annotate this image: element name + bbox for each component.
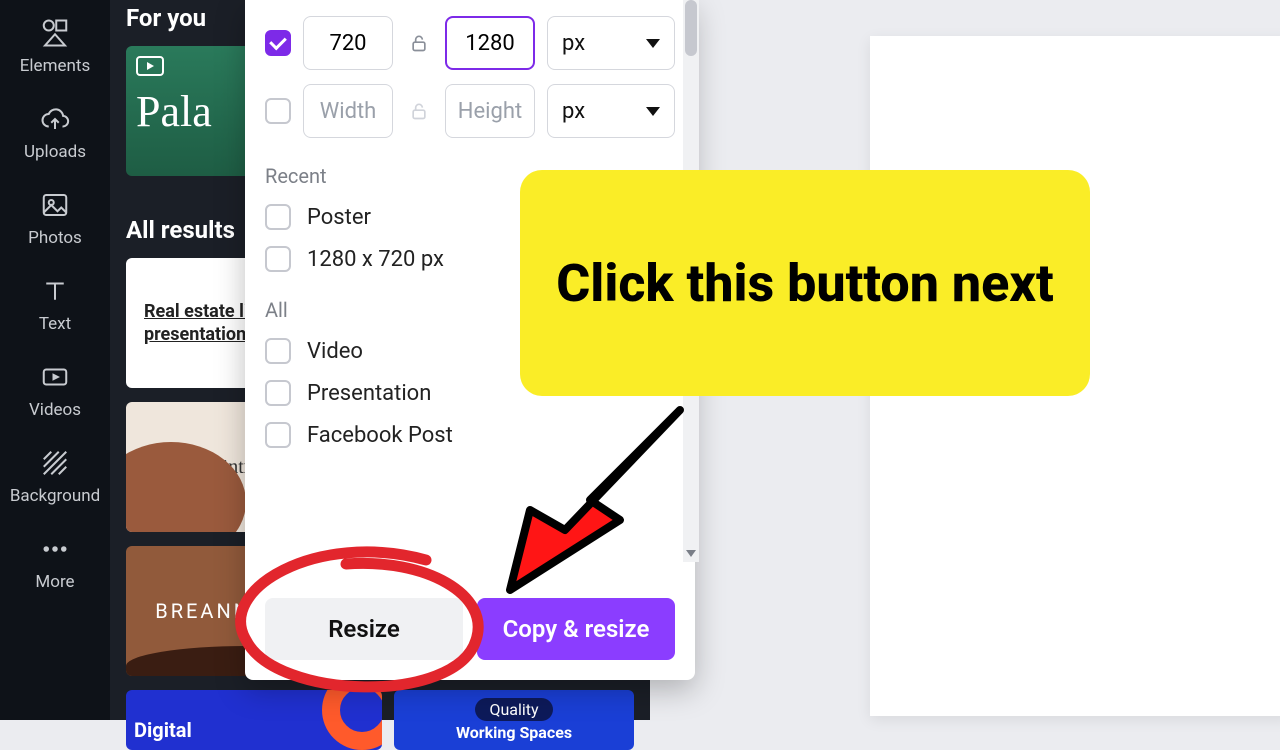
height-input[interactable] (445, 84, 535, 138)
custom-size-row-active: px (265, 16, 675, 70)
resize-actions: Resize Copy & resize (265, 598, 675, 660)
unit-select[interactable]: px (547, 84, 675, 138)
cloud-upload-icon (40, 104, 70, 134)
siderail-background[interactable]: Background (0, 430, 110, 516)
unit-label: px (562, 99, 585, 124)
thumb-title: Digital (134, 718, 192, 742)
thumb-title: Quality (475, 698, 552, 721)
template-thumb[interactable]: Digital (126, 690, 382, 750)
siderail-label: Background (10, 486, 100, 506)
lock-aspect-icon[interactable] (405, 32, 433, 54)
hatch-icon (40, 448, 70, 478)
option-label: Video (307, 339, 363, 364)
scrollbar-thumb[interactable] (685, 0, 697, 56)
custom-size-row-blank: px (265, 84, 675, 138)
tool-siderail: Elements Uploads Photos Text Videos Back… (0, 0, 110, 720)
height-input[interactable] (445, 16, 535, 70)
width-input[interactable] (303, 84, 393, 138)
chevron-down-icon (646, 107, 660, 116)
shapes-icon (40, 18, 70, 48)
more-icon (40, 534, 70, 564)
option-label: 1280 x 720 px (307, 247, 444, 272)
siderail-videos[interactable]: Videos (0, 344, 110, 430)
siderail-elements[interactable]: Elements (0, 0, 110, 86)
siderail-label: Videos (29, 400, 81, 420)
size-checkbox[interactable] (265, 338, 291, 364)
decoration (322, 690, 382, 750)
unit-label: px (562, 31, 585, 56)
size-checkbox[interactable] (265, 380, 291, 406)
text-icon (40, 276, 70, 306)
width-input[interactable] (303, 16, 393, 70)
annotation-callout: Click this button next (520, 170, 1090, 396)
unit-select[interactable]: px (547, 16, 675, 70)
siderail-label: More (35, 572, 74, 592)
copy-and-resize-button[interactable]: Copy & resize (477, 598, 675, 660)
thumb-subtitle: Working Spaces (456, 723, 572, 742)
chevron-down-icon (646, 39, 660, 48)
play-icon (136, 56, 164, 76)
size-checkbox[interactable] (265, 30, 291, 56)
photo-icon (40, 190, 70, 220)
size-checkbox[interactable] (265, 204, 291, 230)
scroll-down-icon[interactable] (683, 544, 699, 562)
option-label: Facebook Post (307, 423, 453, 448)
lock-aspect-icon[interactable] (405, 100, 433, 122)
siderail-photos[interactable]: Photos (0, 172, 110, 258)
siderail-text[interactable]: Text (0, 258, 110, 344)
siderail-label: Text (39, 314, 71, 334)
video-icon (40, 362, 70, 392)
siderail-label: Photos (28, 228, 82, 248)
siderail-uploads[interactable]: Uploads (0, 86, 110, 172)
resize-button[interactable]: Resize (265, 598, 463, 660)
option-label: Presentation (307, 381, 431, 406)
size-checkbox[interactable] (265, 98, 291, 124)
siderail-label: Uploads (24, 142, 86, 162)
option-label: Poster (307, 205, 371, 230)
size-checkbox[interactable] (265, 246, 291, 272)
annotation-text: Click this button next (556, 251, 1054, 316)
siderail-more[interactable]: More (0, 516, 110, 602)
size-option-facebook-post[interactable]: Facebook Post (265, 422, 675, 448)
size-checkbox[interactable] (265, 422, 291, 448)
siderail-label: Elements (20, 56, 90, 76)
template-thumb[interactable]: Quality Working Spaces (394, 690, 634, 750)
